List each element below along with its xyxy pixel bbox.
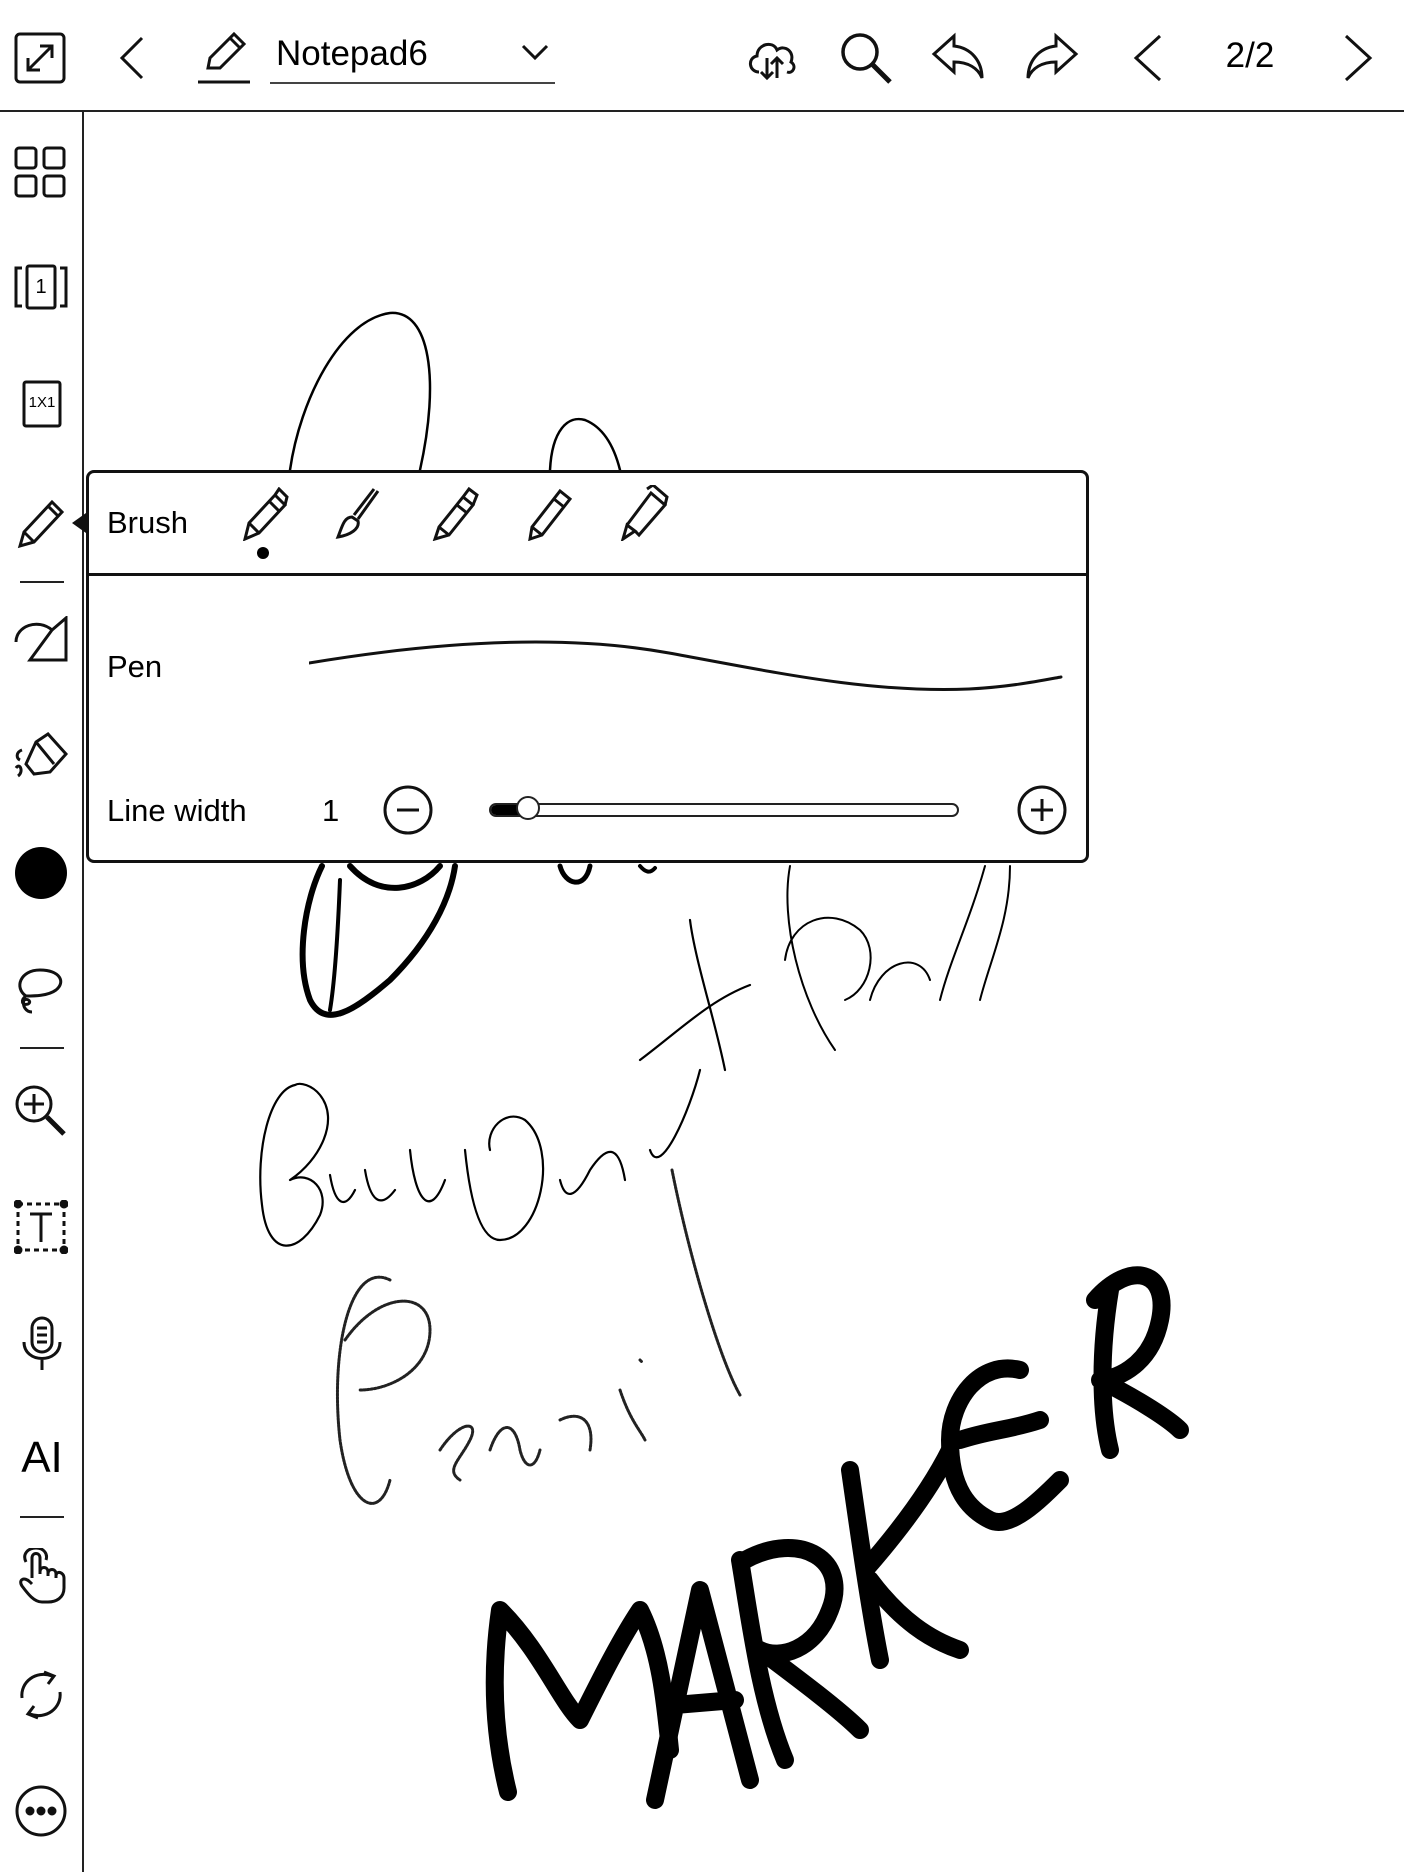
- layout-icon-text: 1X1: [28, 394, 56, 411]
- minus-circle-icon[interactable]: [383, 785, 433, 835]
- ballpoint-pen-icon[interactable]: [429, 485, 479, 541]
- line-width-label: Line width: [107, 793, 247, 828]
- cloud-sync-icon[interactable]: [745, 32, 799, 82]
- previous-page-icon[interactable]: [1128, 32, 1168, 84]
- notebook-title-field[interactable]: Notepad6: [270, 28, 555, 84]
- fountain-pen-icon[interactable]: [239, 487, 289, 541]
- next-page-icon[interactable]: [1338, 32, 1378, 84]
- handwriting-strokes: [259, 311, 1189, 1809]
- pen-label: Pen: [107, 649, 163, 684]
- brush-label: Brush: [107, 505, 188, 540]
- pen-tool-icon[interactable]: [16, 496, 66, 550]
- line-width-value: 1: [322, 793, 340, 828]
- touch-hand-icon[interactable]: [16, 1548, 66, 1604]
- paint-brush-icon[interactable]: [334, 487, 384, 541]
- zoom-in-icon[interactable]: [14, 1084, 68, 1138]
- marker-icon[interactable]: [619, 485, 669, 541]
- line-width-slider[interactable]: [489, 796, 959, 820]
- sidebar-divider: [20, 581, 64, 583]
- pen-edit-icon[interactable]: [198, 30, 250, 84]
- redo-icon[interactable]: [1024, 32, 1080, 82]
- refresh-icon[interactable]: [14, 1668, 68, 1722]
- stroke-preview: [309, 633, 1064, 693]
- sidebar-divider: [20, 1047, 64, 1049]
- top-toolbar: Notepad6 2/2: [0, 0, 1404, 112]
- layout-icon[interactable]: 1X1: [22, 380, 62, 428]
- sidebar-divider: [20, 1516, 64, 1518]
- popup-pointer: [72, 513, 86, 533]
- plus-circle-icon[interactable]: [1017, 785, 1067, 835]
- undo-icon[interactable]: [930, 32, 986, 82]
- microphone-icon[interactable]: [20, 1316, 64, 1372]
- eraser-icon[interactable]: [14, 732, 68, 782]
- lasso-icon[interactable]: [12, 964, 68, 1016]
- page-grid-icon[interactable]: [14, 146, 66, 198]
- line-width-slider-handle[interactable]: [516, 796, 541, 820]
- notebook-title: Notepad6: [276, 34, 428, 73]
- fullscreen-icon[interactable]: [14, 32, 66, 84]
- page-indicator[interactable]: 2/2: [1210, 36, 1290, 76]
- page-number-icon[interactable]: 1: [14, 264, 68, 310]
- text-box-icon[interactable]: [14, 1200, 68, 1254]
- chevron-down-icon[interactable]: [520, 42, 550, 62]
- popup-divider: [89, 573, 1086, 576]
- brush-settings-popup: Brush Pen Line width 1: [86, 470, 1089, 863]
- page-number-icon-text: 1: [35, 276, 47, 298]
- drawing-canvas[interactable]: [84, 112, 1404, 1872]
- shape-icon[interactable]: [14, 616, 68, 662]
- search-icon[interactable]: [838, 30, 894, 86]
- pencil-icon[interactable]: [524, 485, 574, 541]
- selected-brush-indicator: [257, 547, 269, 559]
- ai-assistant-button[interactable]: AI: [0, 1434, 84, 1482]
- color-icon[interactable]: [14, 846, 68, 900]
- back-icon[interactable]: [112, 34, 152, 82]
- more-icon[interactable]: [14, 1784, 68, 1838]
- left-toolbar: 1 1X1 AI: [0, 112, 84, 1872]
